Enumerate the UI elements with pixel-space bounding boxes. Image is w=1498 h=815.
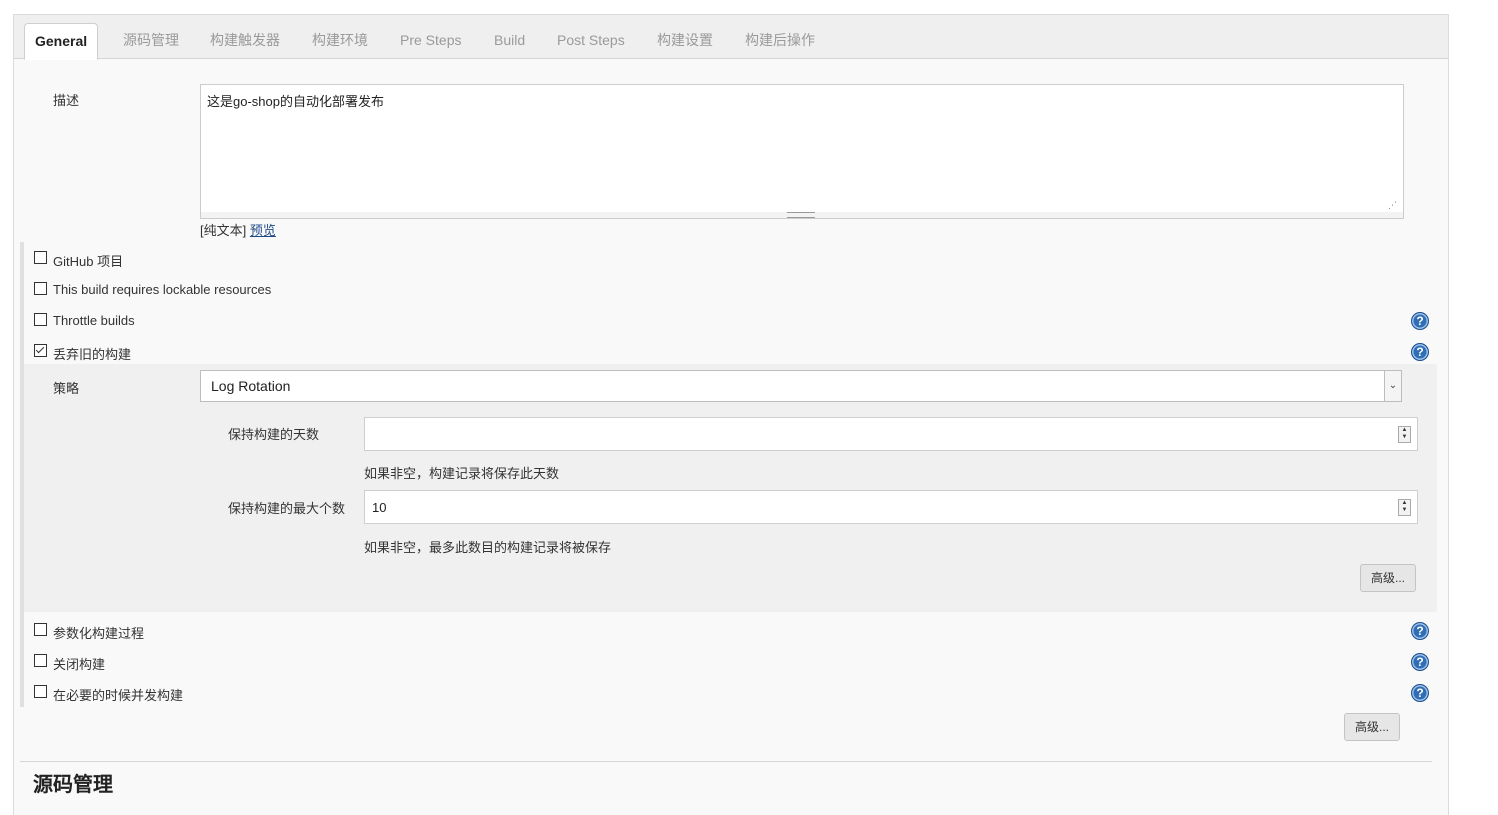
concurrent-builds-help-icon[interactable]: ? bbox=[1411, 684, 1429, 702]
max-builds-input[interactable]: 10 ▲ ▼ bbox=[364, 490, 1418, 524]
disable-build-label: 关闭构建 bbox=[53, 657, 106, 672]
preview-link[interactable]: 预览 bbox=[250, 223, 276, 238]
max-builds-hint: 如果非空，最多此数目的构建记录将被保存 bbox=[364, 540, 612, 555]
tab-pre-steps[interactable]: Pre Steps bbox=[400, 23, 461, 57]
discard-old-builds-label: 丢弃旧的构建 bbox=[53, 347, 132, 362]
github-project-checkbox[interactable] bbox=[34, 251, 47, 264]
tab-bar: General 源码管理 构建触发器 构建环境 Pre Steps Build … bbox=[14, 15, 1448, 60]
max-builds-value: 10 bbox=[372, 500, 387, 515]
tab-build-settings[interactable]: 构建设置 bbox=[657, 23, 713, 57]
tab-build[interactable]: Build bbox=[494, 23, 525, 57]
general-advanced-button[interactable]: 高级... bbox=[1344, 713, 1401, 741]
tab-general[interactable]: General bbox=[24, 23, 99, 60]
source-management-section-title: 源码管理 bbox=[33, 774, 113, 796]
tab-source-management[interactable]: 源码管理 bbox=[123, 23, 179, 57]
parameterized-help-icon[interactable]: ? bbox=[1411, 622, 1429, 640]
concurrent-builds-label: 在必要的时候并发构建 bbox=[53, 688, 184, 703]
description-textarea[interactable]: 这是go-shop的自动化部署发布 bbox=[200, 84, 1404, 217]
tab-build-environment[interactable]: 构建环境 bbox=[312, 23, 368, 57]
strategy-select[interactable]: Log Rotation ⌄ bbox=[200, 370, 1402, 402]
description-format-row: [纯文本] 预览 bbox=[200, 220, 276, 239]
days-to-keep-input[interactable]: ▲ ▼ bbox=[364, 417, 1418, 451]
max-builds-spinner-icon[interactable]: ▲ ▼ bbox=[1398, 499, 1411, 516]
max-builds-label: 保持构建的最大个数 bbox=[228, 501, 346, 516]
resize-corner-icon[interactable]: ⋰ bbox=[1388, 200, 1397, 211]
disable-build-help-icon[interactable]: ? bbox=[1411, 653, 1429, 671]
tab-post-build-actions[interactable]: 构建后操作 bbox=[745, 23, 815, 57]
discard-old-builds-checkbox[interactable] bbox=[34, 344, 47, 357]
tab-build-triggers[interactable]: 构建触发器 bbox=[210, 23, 280, 57]
concurrent-builds-checkbox[interactable] bbox=[34, 685, 47, 698]
github-project-label: GitHub 项目 bbox=[53, 254, 124, 269]
throttle-builds-label: Throttle builds bbox=[53, 313, 135, 328]
disable-build-checkbox[interactable] bbox=[34, 654, 47, 667]
throttle-builds-checkbox[interactable] bbox=[34, 313, 47, 326]
strategy-advanced-button[interactable]: 高级... bbox=[1360, 564, 1417, 592]
plain-text-label: [纯文本] bbox=[200, 223, 247, 238]
parameterized-checkbox[interactable] bbox=[34, 623, 47, 636]
days-to-keep-label: 保持构建的天数 bbox=[228, 427, 320, 442]
strategy-selected-value: Log Rotation bbox=[211, 378, 291, 394]
resize-grip-icon[interactable] bbox=[787, 212, 815, 218]
lockable-resources-checkbox[interactable] bbox=[34, 282, 47, 295]
tab-post-steps[interactable]: Post Steps bbox=[557, 23, 625, 57]
section-divider bbox=[20, 761, 1432, 762]
strategy-label: 策略 bbox=[53, 381, 80, 396]
parameterized-label: 参数化构建过程 bbox=[53, 626, 145, 641]
discard-old-builds-help-icon[interactable]: ? bbox=[1411, 343, 1429, 361]
description-label: 描述 bbox=[53, 93, 80, 108]
lockable-resources-label: This build requires lockable resources bbox=[53, 282, 272, 297]
chevron-down-icon[interactable]: ⌄ bbox=[1384, 371, 1401, 401]
days-spinner-icon[interactable]: ▲ ▼ bbox=[1398, 426, 1411, 443]
days-to-keep-hint: 如果非空，构建记录将保存此天数 bbox=[364, 466, 560, 481]
throttle-builds-help-icon[interactable]: ? bbox=[1411, 312, 1429, 330]
